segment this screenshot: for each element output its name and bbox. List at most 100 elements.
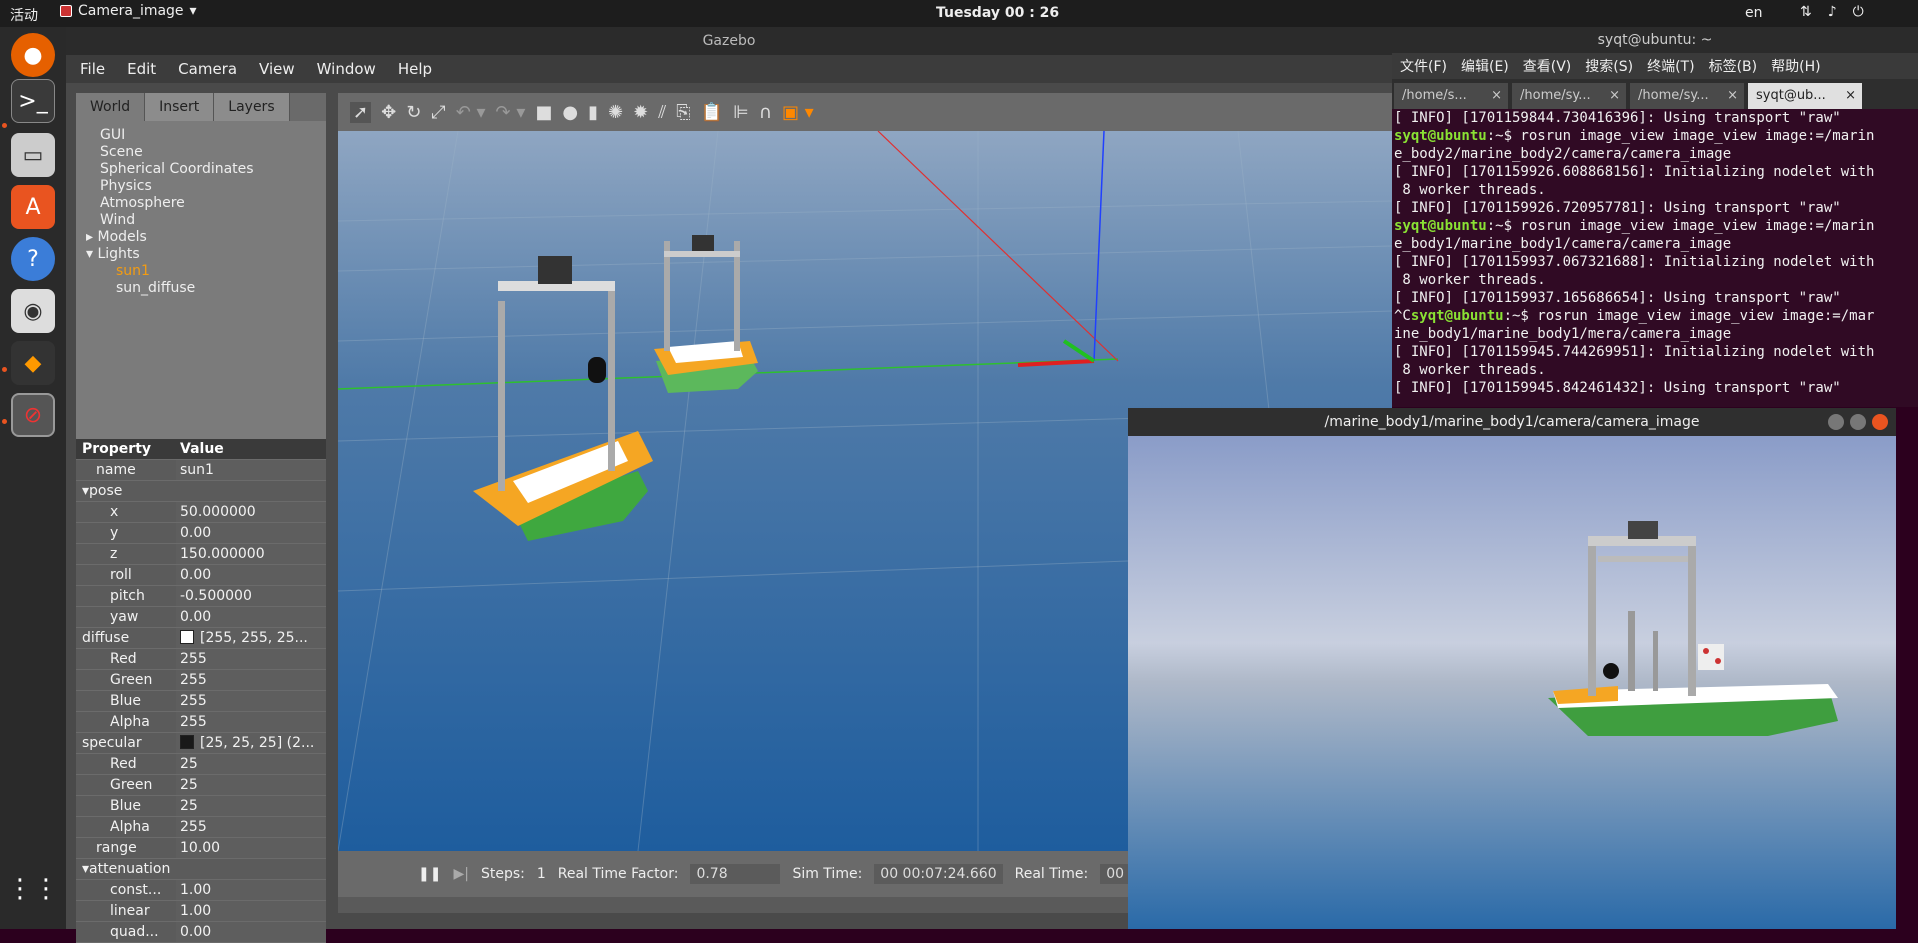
property-row[interactable]: roll 0.00 bbox=[76, 565, 326, 586]
property-row[interactable]: linear 1.00 bbox=[76, 901, 326, 922]
expand-arrow-icon[interactable]: ▸ bbox=[86, 229, 97, 245]
property-value[interactable]: [25, 25, 25] (2... bbox=[176, 733, 326, 753]
change-view-icon[interactable]: ▣ ▾ bbox=[782, 102, 814, 123]
property-row[interactable]: const... 1.00 bbox=[76, 880, 326, 901]
undo-icon[interactable]: ↶ ▾ bbox=[456, 102, 486, 123]
property-value[interactable]: 255 bbox=[176, 670, 326, 690]
property-row[interactable]: z 150.000000 bbox=[76, 544, 326, 565]
property-row[interactable]: Red 255 bbox=[76, 649, 326, 670]
terminal-tab[interactable]: /home/sy... × bbox=[1512, 83, 1626, 109]
property-value[interactable]: -0.500000 bbox=[176, 586, 326, 606]
property-value[interactable]: 1.00 bbox=[176, 901, 326, 921]
property-value[interactable]: 150.000000 bbox=[176, 544, 326, 564]
terminal-menu-file[interactable]: 文件(F) bbox=[1400, 56, 1447, 76]
menu-file[interactable]: File bbox=[80, 60, 105, 78]
directional-light-icon[interactable]: ⫽ bbox=[658, 102, 666, 123]
gazebo-icon[interactable]: ◆ bbox=[11, 341, 55, 385]
property-row[interactable]: Blue 25 bbox=[76, 796, 326, 817]
app-menu[interactable]: Camera_image ▾ bbox=[60, 3, 197, 19]
tree-item-scene[interactable]: Scene bbox=[76, 144, 326, 161]
property-value[interactable]: 0.00 bbox=[176, 922, 326, 942]
close-icon[interactable]: × bbox=[1609, 83, 1620, 109]
step-icon[interactable]: ▶| bbox=[453, 866, 468, 882]
property-row[interactable]: Red 25 bbox=[76, 754, 326, 775]
cylinder-shape-icon[interactable]: ▮ bbox=[588, 102, 598, 123]
menu-edit[interactable]: Edit bbox=[127, 60, 156, 78]
tree-item-gui[interactable]: GUI bbox=[76, 127, 326, 144]
tree-item-spherical-coordinates[interactable]: Spherical Coordinates bbox=[76, 161, 326, 178]
property-row[interactable]: range 10.00 bbox=[76, 838, 326, 859]
collapse-arrow-icon[interactable]: ▾ bbox=[86, 246, 97, 262]
tree-item-models[interactable]: ▸ Models bbox=[76, 229, 326, 246]
close-icon[interactable]: × bbox=[1491, 83, 1502, 109]
property-row[interactable]: Alpha 255 bbox=[76, 817, 326, 838]
image-view-icon[interactable]: ⊘ bbox=[11, 393, 55, 437]
box-shape-icon[interactable]: ■ bbox=[535, 102, 552, 123]
tab-layers[interactable]: Layers bbox=[214, 93, 290, 121]
select-mode-icon[interactable]: ➚ bbox=[350, 101, 372, 123]
terminal-menu-help[interactable]: 帮助(H) bbox=[1771, 56, 1820, 76]
snap-icon[interactable]: ∩ bbox=[759, 102, 772, 123]
collapse-arrow-icon[interactable]: ▾ bbox=[82, 859, 89, 879]
point-light-icon[interactable]: ✺ bbox=[608, 102, 623, 123]
terminal-menu-search[interactable]: 搜索(S) bbox=[1585, 56, 1633, 76]
paste-icon[interactable]: 📋 bbox=[701, 102, 723, 123]
property-value[interactable]: 10.00 bbox=[176, 838, 326, 858]
property-row[interactable]: yaw 0.00 bbox=[76, 607, 326, 628]
terminal-menu-terminal[interactable]: 终端(T) bbox=[1647, 56, 1694, 76]
property-value[interactable]: [255, 255, 25... bbox=[176, 628, 326, 648]
align-icon[interactable]: ⊫ bbox=[733, 102, 749, 123]
activities-button[interactable]: 活动 bbox=[10, 5, 38, 25]
camera-app-icon[interactable]: ◉ bbox=[11, 289, 55, 333]
property-value[interactable]: 255 bbox=[176, 712, 326, 732]
property-row[interactable]: ▾ attenuation bbox=[76, 859, 326, 880]
pause-icon[interactable]: ❚❚ bbox=[418, 866, 441, 882]
property-row[interactable]: pitch -0.500000 bbox=[76, 586, 326, 607]
show-applications-icon[interactable]: ⋮⋮ bbox=[7, 867, 59, 911]
property-row[interactable]: Alpha 255 bbox=[76, 712, 326, 733]
terminal-menu-tabs[interactable]: 标签(B) bbox=[1709, 56, 1758, 76]
property-value[interactable]: 0.00 bbox=[176, 607, 326, 627]
tree-item-physics[interactable]: Physics bbox=[76, 178, 326, 195]
property-row[interactable]: name sun1 bbox=[76, 460, 326, 481]
tree-item-sun-diffuse[interactable]: sun_diffuse bbox=[76, 280, 326, 297]
property-value[interactable]: 255 bbox=[176, 817, 326, 837]
property-value[interactable]: 255 bbox=[176, 649, 326, 669]
menu-window[interactable]: Window bbox=[317, 60, 376, 78]
property-value[interactable]: 25 bbox=[176, 754, 326, 774]
property-row[interactable]: x 50.000000 bbox=[76, 502, 326, 523]
terminal-menu-edit[interactable]: 编辑(E) bbox=[1461, 56, 1509, 76]
system-tray[interactable]: ⇅ ♪ ⏻ bbox=[1800, 4, 1864, 20]
property-row[interactable]: Blue 255 bbox=[76, 691, 326, 712]
software-center-icon[interactable]: A bbox=[11, 185, 55, 229]
menu-view[interactable]: View bbox=[259, 60, 295, 78]
minimize-icon[interactable] bbox=[1828, 414, 1844, 430]
menu-help[interactable]: Help bbox=[398, 60, 432, 78]
close-icon[interactable] bbox=[1872, 414, 1888, 430]
tab-insert[interactable]: Insert bbox=[145, 93, 215, 121]
help-icon[interactable]: ? bbox=[11, 237, 55, 281]
terminal-tab[interactable]: /home/s... × bbox=[1394, 83, 1508, 109]
close-icon[interactable]: × bbox=[1727, 83, 1738, 109]
close-icon[interactable]: × bbox=[1845, 83, 1856, 109]
property-value[interactable]: sun1 bbox=[176, 460, 326, 480]
property-row[interactable]: diffuse [255, 255, 25... bbox=[76, 628, 326, 649]
property-value[interactable]: 0.00 bbox=[176, 565, 326, 585]
property-row[interactable]: Green 25 bbox=[76, 775, 326, 796]
terminal-menu-view[interactable]: 查看(V) bbox=[1523, 56, 1572, 76]
property-value[interactable]: 255 bbox=[176, 691, 326, 711]
tree-item-lights[interactable]: ▾ Lights bbox=[76, 246, 326, 263]
maximize-icon[interactable] bbox=[1850, 414, 1866, 430]
terminal-tab-active[interactable]: syqt@ub... × bbox=[1748, 83, 1862, 109]
rotate-mode-icon[interactable]: ↻ bbox=[406, 102, 421, 123]
terminal-icon[interactable]: >_ bbox=[11, 79, 55, 123]
steps-spinbox[interactable]: 1 bbox=[537, 866, 546, 882]
property-row[interactable]: quad... 0.00 bbox=[76, 922, 326, 943]
property-value[interactable]: 1.00 bbox=[176, 880, 326, 900]
color-swatch[interactable] bbox=[180, 735, 194, 749]
scale-mode-icon[interactable]: ⤢ bbox=[431, 102, 445, 123]
property-value[interactable]: 25 bbox=[176, 775, 326, 795]
menu-camera[interactable]: Camera bbox=[178, 60, 237, 78]
redo-icon[interactable]: ↷ ▾ bbox=[496, 102, 526, 123]
tree-item-atmosphere[interactable]: Atmosphere bbox=[76, 195, 326, 212]
